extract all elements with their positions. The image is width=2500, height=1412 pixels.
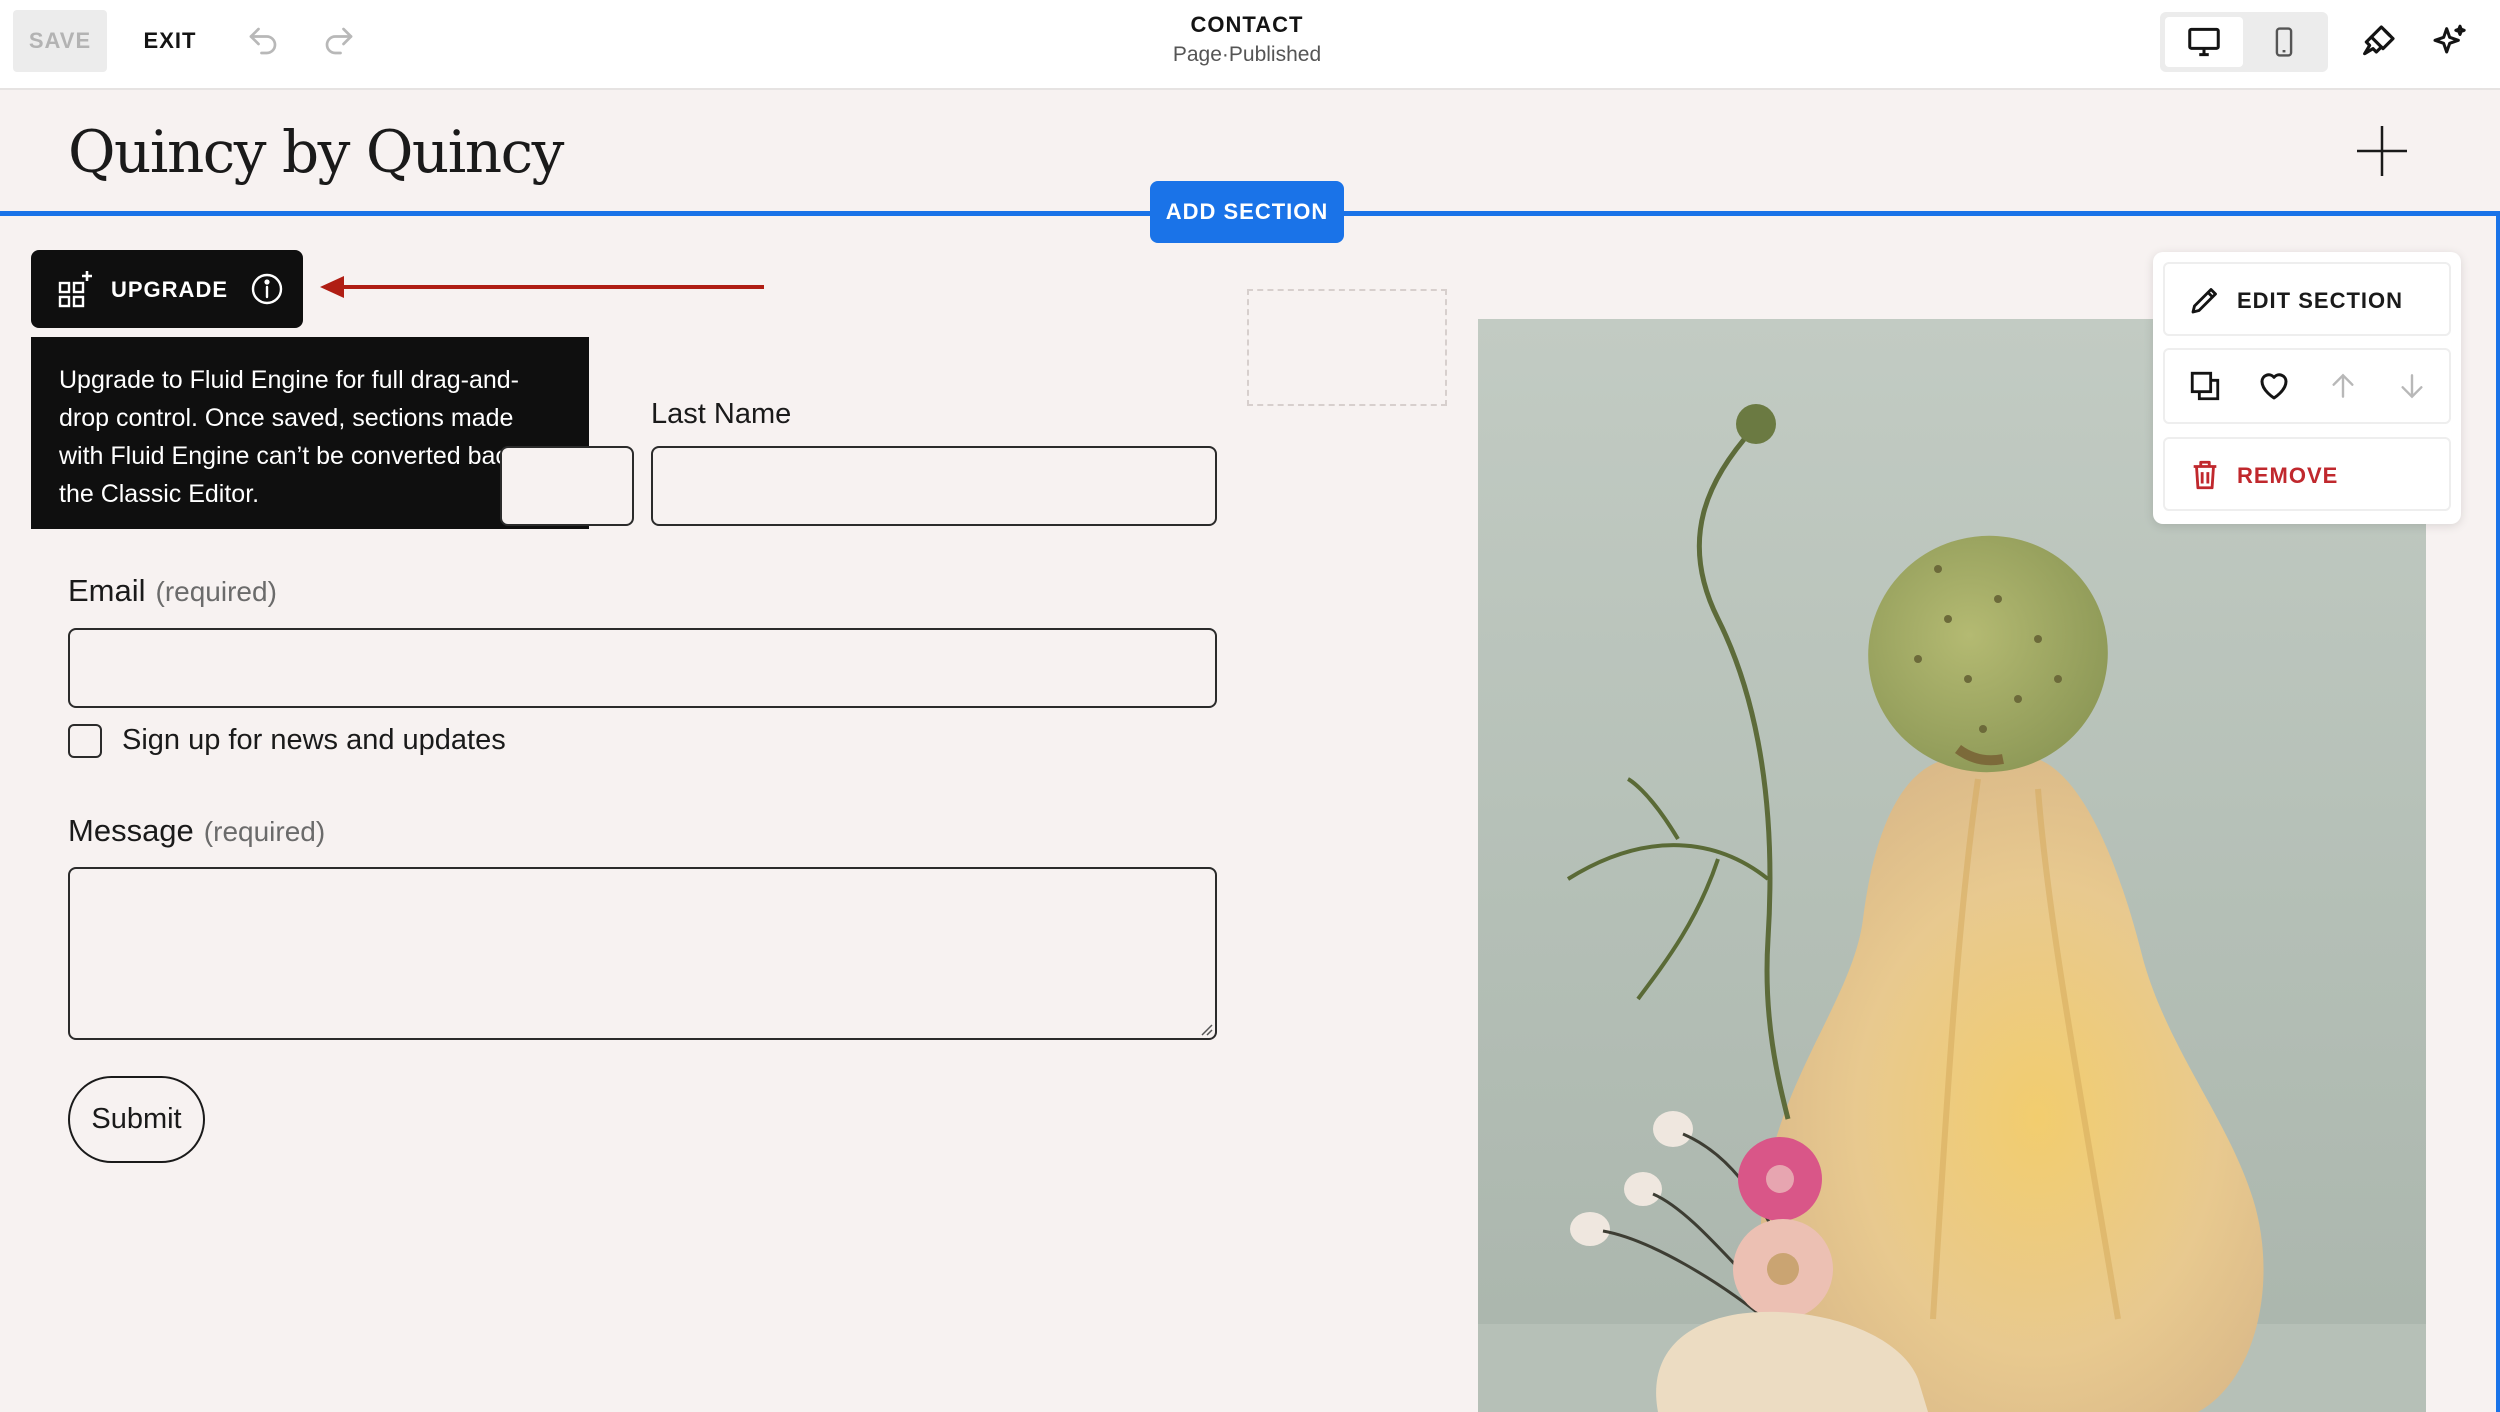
message-label-text: Message <box>68 813 194 848</box>
pencil-icon <box>2185 280 2225 320</box>
section-menu: EDIT SECTION REMOVE <box>2153 252 2461 524</box>
remove-section-button[interactable]: REMOVE <box>2163 437 2451 511</box>
newsletter-label[interactable]: Sign up for news and updates <box>122 724 506 757</box>
first-name-input[interactable] <box>500 446 634 526</box>
resize-grip-icon[interactable] <box>1199 1022 1213 1036</box>
arrow-up-icon[interactable] <box>2323 366 2363 406</box>
arrow-down-icon[interactable] <box>2392 366 2432 406</box>
plus-icon[interactable] <box>2355 124 2409 178</box>
email-input[interactable] <box>68 628 1217 708</box>
redo-icon[interactable] <box>316 18 362 64</box>
message-label: Message (required) <box>68 813 325 849</box>
edit-section-label: EDIT SECTION <box>2237 288 2404 313</box>
mobile-icon <box>2275 27 2293 57</box>
duplicate-icon[interactable] <box>2185 366 2225 406</box>
exit-button[interactable]: EXIT <box>130 10 210 72</box>
page-type: Page <box>1172 43 1222 66</box>
message-required-hint: (required) <box>203 816 326 847</box>
sparkle-icon[interactable] <box>2424 16 2476 68</box>
email-label: Email (required) <box>68 573 277 609</box>
design-brush-icon[interactable] <box>2352 16 2404 68</box>
email-required-hint: (required) <box>155 576 277 607</box>
empty-block-placeholder[interactable] <box>1247 289 1447 406</box>
page-title: CONTACT <box>1190 12 1304 37</box>
undo-icon[interactable] <box>240 18 286 64</box>
status-separator: · <box>1221 43 1229 66</box>
upgrade-label: UPGRADE <box>111 277 229 302</box>
edit-section-button[interactable]: EDIT SECTION <box>2163 262 2451 336</box>
annotation-arrow-icon <box>320 276 764 298</box>
publish-status: Published <box>1228 43 1322 66</box>
save-button[interactable]: SAVE <box>13 10 107 72</box>
info-icon[interactable] <box>249 271 285 307</box>
device-toggle <box>2160 12 2328 72</box>
grid-sparkle-icon <box>58 271 92 308</box>
last-name-input[interactable] <box>651 446 1217 526</box>
page-status: Page · Published <box>1100 43 1394 67</box>
upgrade-button[interactable]: UPGRADE <box>31 250 303 328</box>
add-section-button[interactable]: ADD SECTION <box>1150 181 1344 243</box>
email-label-text: Email <box>68 573 146 608</box>
page-info[interactable]: CONTACT Page · Published <box>1100 12 1394 67</box>
editor-toolbar: SAVE EXIT CONTACT Page · Published <box>0 0 2500 90</box>
message-textarea[interactable] <box>68 867 1217 1040</box>
last-name-label: Last Name <box>651 398 792 430</box>
submit-button[interactable]: Submit <box>68 1076 205 1163</box>
trash-icon <box>2185 455 2225 495</box>
heart-icon[interactable] <box>2254 366 2294 406</box>
mobile-view-button[interactable] <box>2245 17 2323 67</box>
site-logo[interactable]: Quincy by Quincy <box>68 118 564 186</box>
desktop-view-button[interactable] <box>2165 17 2243 67</box>
remove-label: REMOVE <box>2237 463 2339 488</box>
section-actions-row <box>2163 348 2451 424</box>
desktop-icon <box>2188 27 2220 57</box>
newsletter-checkbox[interactable] <box>68 724 102 758</box>
